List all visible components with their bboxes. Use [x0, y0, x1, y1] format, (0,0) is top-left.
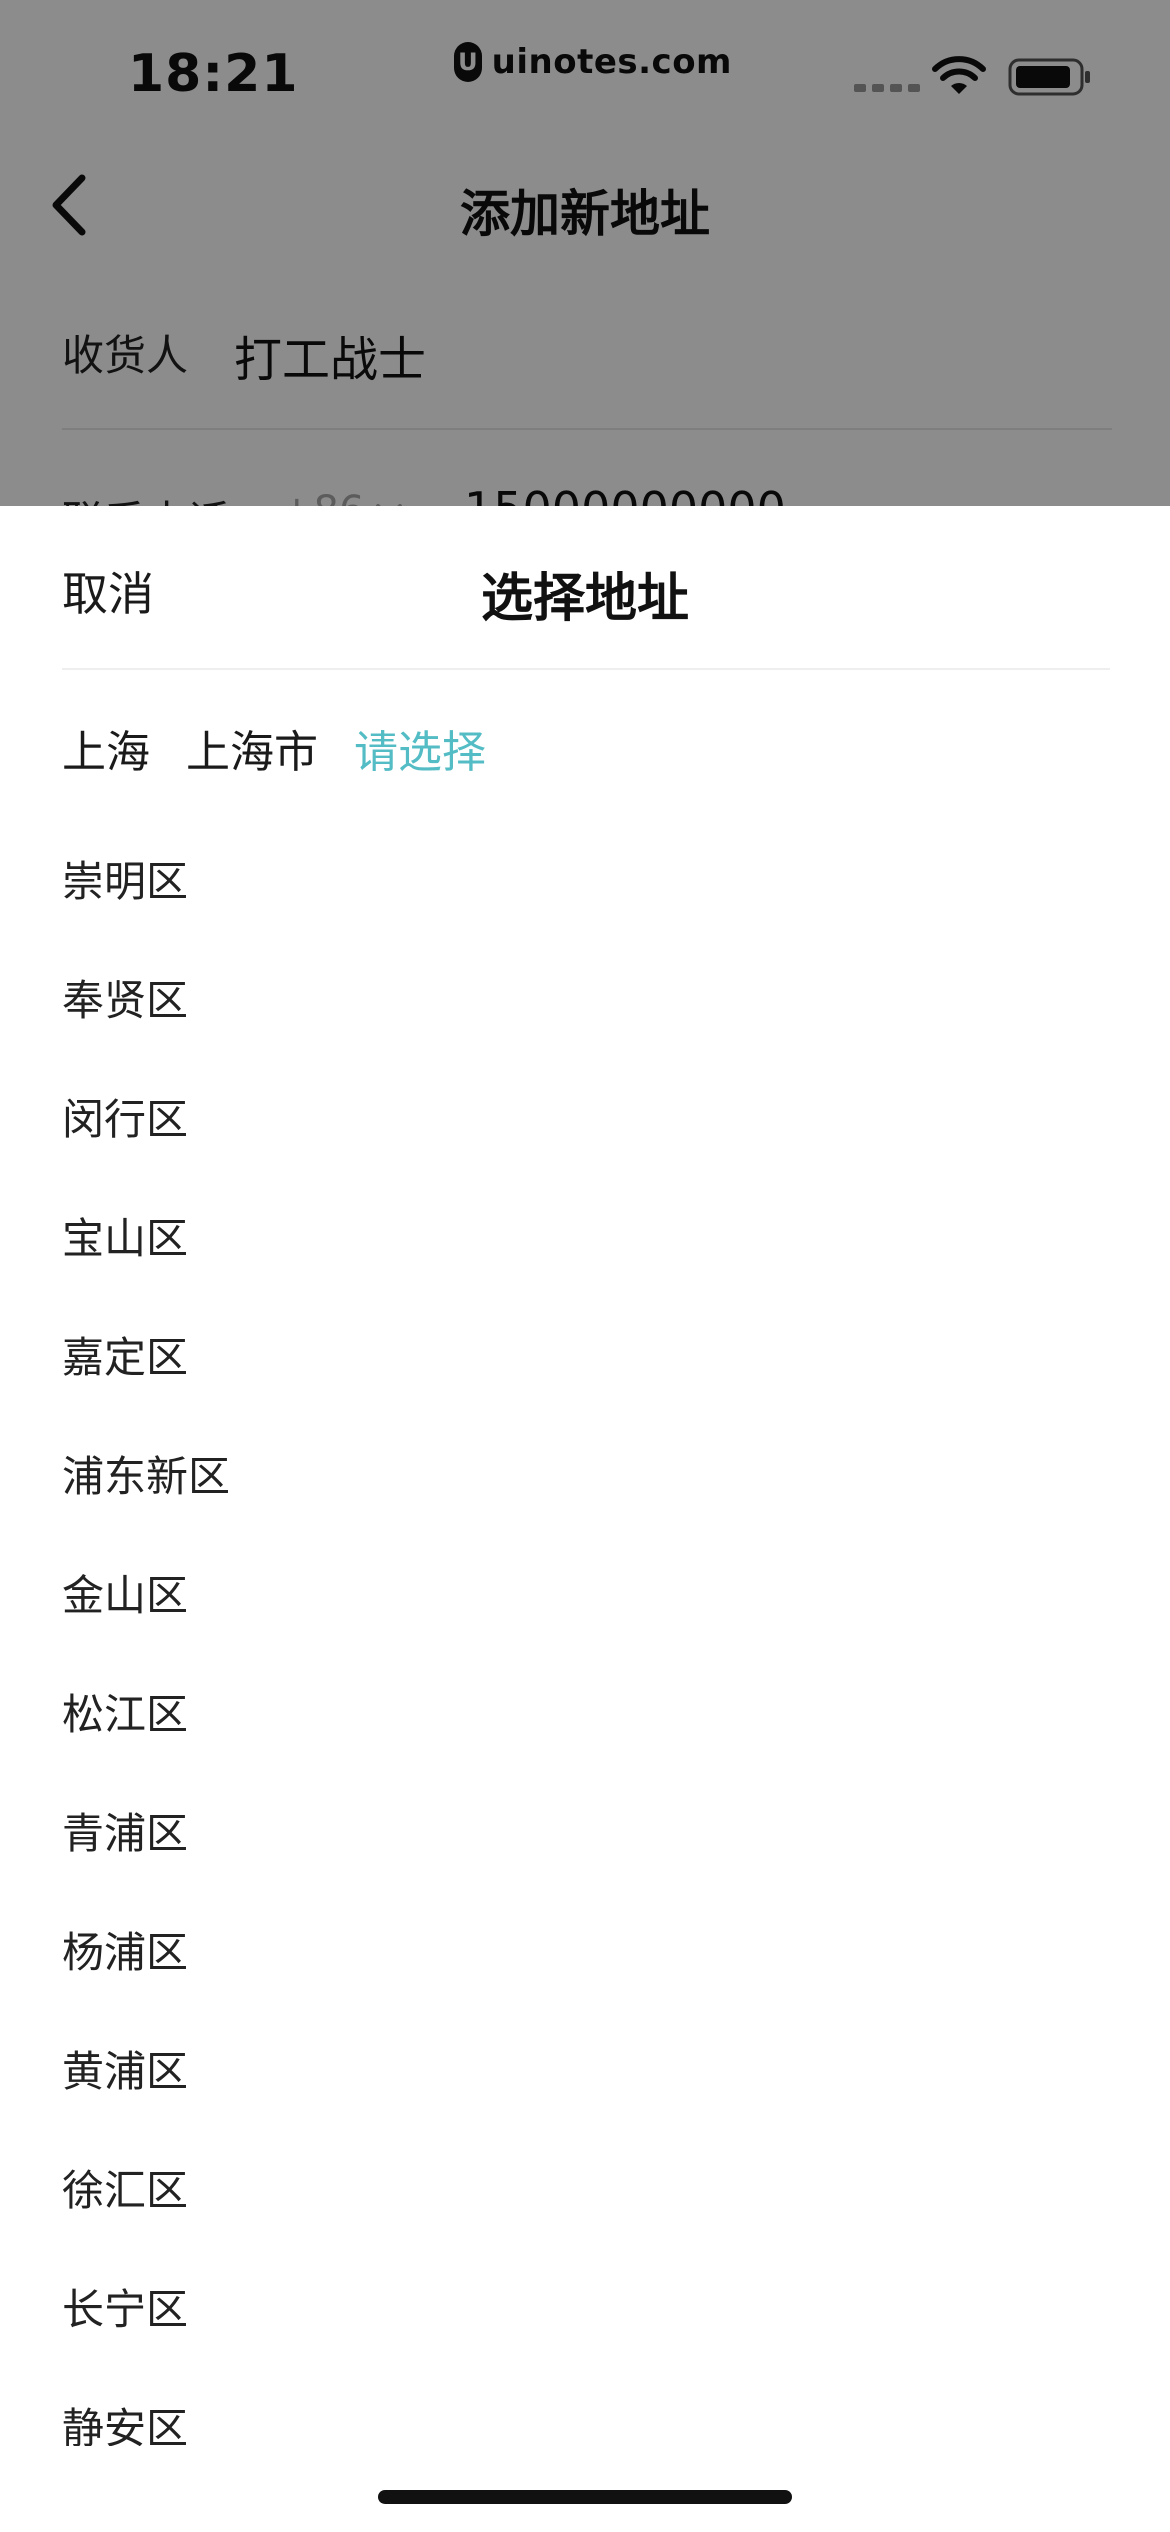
address-picker-sheet: 取消 选择地址 上海 上海市 请选择 崇明区 奉贤区 闵行区 宝山区 嘉定区 浦… — [0, 506, 1170, 2532]
district-item[interactable]: 嘉定区 — [62, 1310, 1110, 1429]
district-item[interactable]: 黄浦区 — [62, 2024, 1110, 2143]
breadcrumb-city[interactable]: 上海市 — [186, 716, 318, 786]
sheet-title: 选择地址 — [480, 569, 689, 629]
district-item[interactable]: 徐汇区 — [62, 2143, 1110, 2262]
district-item[interactable]: 静安区 — [62, 2381, 1110, 2446]
district-item[interactable]: 崇明区 — [62, 834, 1110, 953]
district-item[interactable]: 杨浦区 — [62, 1905, 1110, 2024]
region-breadcrumb: 上海 上海市 请选择 — [62, 716, 486, 786]
dim-overlay[interactable] — [0, 0, 1170, 506]
district-item[interactable]: 浦东新区 — [62, 1429, 1110, 1548]
district-item[interactable]: 长宁区 — [62, 2262, 1110, 2381]
cancel-button[interactable]: 取消 — [62, 558, 154, 624]
screen: 18:21 U uinotes.com 添加新地址 收货人 打工战士 取消 选择… — [0, 0, 1170, 2532]
breadcrumb-province[interactable]: 上海 — [62, 716, 150, 786]
district-item[interactable]: 奉贤区 — [62, 953, 1110, 1072]
district-item[interactable]: 宝山区 — [62, 1191, 1110, 1310]
district-list[interactable]: 崇明区 奉贤区 闵行区 宝山区 嘉定区 浦东新区 金山区 松江区 青浦区 杨浦区… — [62, 834, 1110, 2446]
home-indicator[interactable] — [378, 2490, 792, 2504]
breadcrumb-district-placeholder[interactable]: 请选择 — [354, 716, 486, 786]
district-item[interactable]: 松江区 — [62, 1667, 1110, 1786]
district-item[interactable]: 青浦区 — [62, 1786, 1110, 1905]
district-item[interactable]: 金山区 — [62, 1548, 1110, 1667]
sheet-header: 取消 选择地址 — [0, 506, 1170, 670]
add-address-page: 18:21 U uinotes.com 添加新地址 收货人 打工战士 — [0, 0, 1170, 560]
divider — [62, 668, 1110, 670]
district-item[interactable]: 闵行区 — [62, 1072, 1110, 1191]
